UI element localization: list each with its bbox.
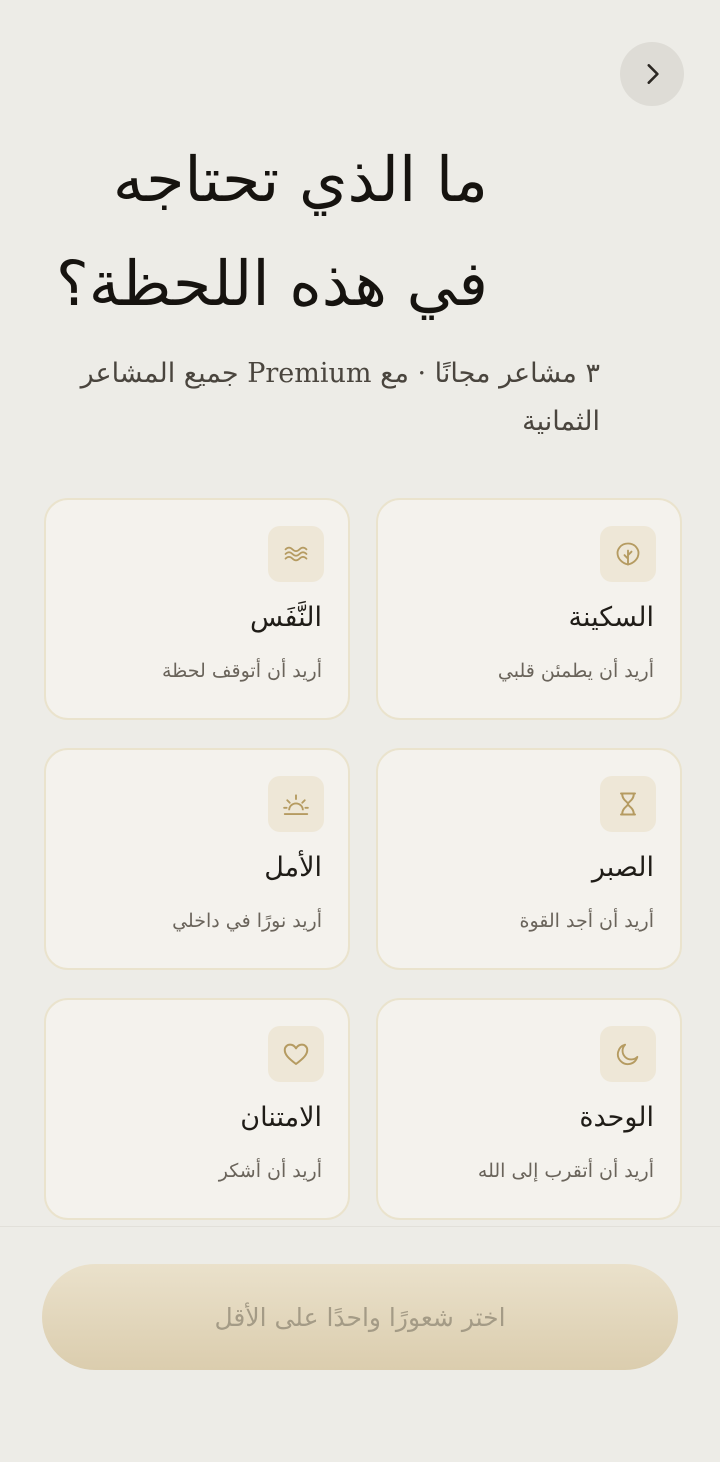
chevron-right-icon [647, 64, 659, 84]
card-title: الصبر [591, 852, 654, 883]
card-subtitle: أريد نورًا في داخلي [172, 910, 322, 932]
continue-button-label: اختر شعورًا واحدًا على الأقل [214, 1302, 506, 1332]
moon-icon [616, 1043, 639, 1066]
icon-tile [268, 776, 324, 832]
icon-tile [268, 1026, 324, 1082]
icon-tile [600, 776, 656, 832]
card-title: النَّفَس [250, 602, 322, 633]
leaf-icon [616, 542, 640, 566]
feeling-card-sabr[interactable]: الصبر أريد أن أجد القوة [376, 748, 682, 970]
page-title: ما الذي تحتاجه في هذه اللحظة؟ [55, 143, 488, 320]
hourglass-icon [620, 792, 636, 816]
page-subtitle: ٣ مشاعر مجانًا · مع Premium جميع المشاعر… [80, 358, 600, 437]
icon-tile [268, 526, 324, 582]
feeling-card-nafas[interactable]: النَّفَس أريد أن أتوقف لحظة [44, 498, 350, 720]
icon-tile [600, 526, 656, 582]
wind-icon [284, 546, 308, 562]
card-subtitle: أريد أن يطمئن قلبي [497, 660, 654, 682]
continue-button[interactable]: اختر شعورًا واحدًا على الأقل [42, 1264, 678, 1370]
feeling-card-amal[interactable]: الأمل أريد نورًا في داخلي [44, 748, 350, 970]
card-title: الوحدة [579, 1102, 654, 1133]
icon-tile [600, 1026, 656, 1082]
sunrise-icon [283, 794, 309, 815]
card-title: السكينة [568, 602, 655, 633]
feeling-card-wahda[interactable]: الوحدة أريد أن أتقرب إلى الله [376, 998, 682, 1220]
card-title: الأمل [264, 852, 322, 883]
feeling-card-sakina[interactable]: السكينة أريد أن يطمئن قلبي [376, 498, 682, 720]
card-subtitle: أريد أن أشكر [218, 1160, 322, 1182]
card-subtitle: أريد أن أتوقف لحظة [161, 660, 322, 682]
next-button[interactable] [620, 42, 684, 106]
feelings-grid: السكينة أريد أن يطمئن قلبي النَّفَس أريد… [44, 498, 682, 1220]
heart-icon [283, 1043, 309, 1065]
card-subtitle: أريد أن أتقرب إلى الله [477, 1160, 654, 1182]
card-subtitle: أريد أن أجد القوة [519, 910, 654, 932]
feeling-selection-screen: ما الذي تحتاجه في هذه اللحظة؟ ٣ مشاعر مج… [0, 0, 720, 1462]
feeling-card-imtinan[interactable]: الامتنان أريد أن أشكر [44, 998, 350, 1220]
card-title: الامتنان [240, 1102, 322, 1133]
